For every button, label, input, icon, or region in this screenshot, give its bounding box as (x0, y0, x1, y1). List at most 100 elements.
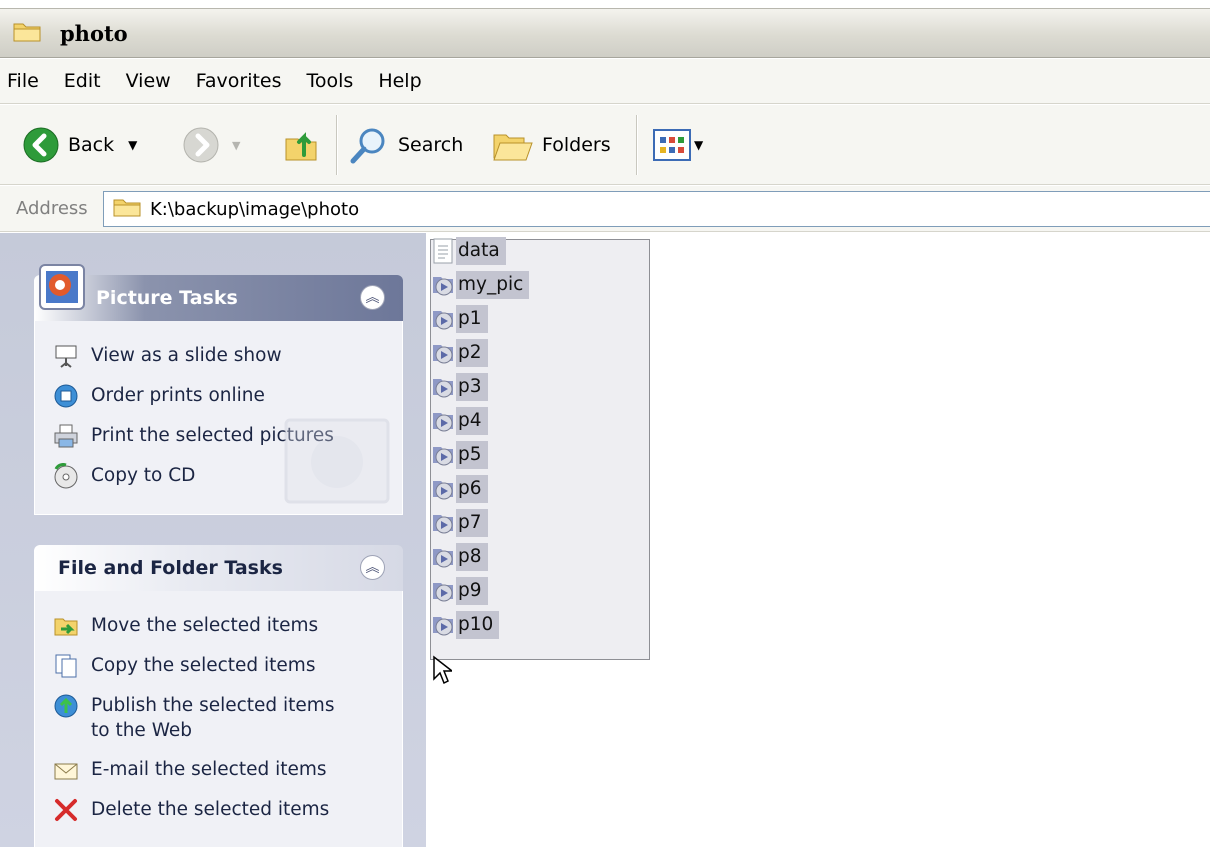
picture-tasks-header[interactable]: Picture Tasks ︽ (34, 275, 403, 321)
task-email-items[interactable]: E-mail the selected items (35, 757, 402, 783)
file-tasks-header[interactable]: File and Folder Tasks ︽ (34, 545, 403, 591)
file-name: my_pic (456, 271, 530, 299)
file-item[interactable]: p2 (430, 338, 488, 368)
picture-tasks-panel: Picture Tasks ︽ View as a slide show Ord… (34, 264, 403, 515)
file-name: p5 (456, 441, 488, 469)
menu-file[interactable]: File (7, 70, 39, 92)
picture-tasks-body: View as a slide show Order prints online… (34, 321, 403, 515)
file-name: p10 (456, 611, 500, 639)
file-name: p4 (456, 407, 488, 435)
folders-label: Folders (542, 134, 611, 156)
collapse-chevron-icon[interactable]: ︽ (360, 285, 385, 310)
image-file-icon (433, 345, 453, 364)
file-item[interactable]: p7 (430, 508, 488, 538)
chevron-down-icon[interactable]: ▼ (128, 138, 137, 152)
image-file-icon (433, 311, 453, 330)
menu-tools[interactable]: Tools (307, 70, 354, 92)
views-button[interactable]: ▼ (652, 115, 703, 175)
file-tasks-panel: File and Folder Tasks ︽ Move the selecte… (34, 545, 403, 847)
cd-icon (54, 463, 78, 489)
image-file-icon (433, 413, 453, 432)
chevron-down-icon[interactable]: ▼ (232, 139, 240, 152)
file-item[interactable]: p10 (430, 610, 500, 640)
task-label-line: to the Web (91, 720, 193, 741)
task-move-items[interactable]: Move the selected items (35, 613, 402, 639)
text-file-icon (433, 238, 453, 264)
task-order-prints[interactable]: Order prints online (35, 383, 402, 409)
globe-icon (54, 384, 78, 408)
folders-button[interactable]: Folders (490, 115, 611, 175)
task-label: Delete the selected items (91, 799, 330, 820)
menu-favorites[interactable]: Favorites (196, 70, 282, 92)
file-name: data (456, 237, 506, 265)
mouse-cursor-icon (433, 655, 452, 685)
file-item[interactable]: my_pic (430, 270, 530, 300)
email-icon (54, 763, 78, 780)
search-button[interactable]: Search (348, 115, 463, 175)
image-file-icon (433, 583, 453, 602)
task-pane: Picture Tasks ︽ View as a slide show Ord… (0, 233, 426, 847)
file-item[interactable]: p3 (430, 372, 488, 402)
task-label: Order prints online (91, 385, 265, 406)
task-slide-show[interactable]: View as a slide show (35, 343, 402, 369)
address-bar: Address K:\backup\image\photo (0, 186, 1210, 232)
file-tasks-body: Move the selected items Copy the selecte… (34, 591, 403, 847)
file-name: p3 (456, 373, 488, 401)
task-label: Copy the selected items (91, 655, 316, 676)
back-label: Back (68, 134, 115, 156)
task-label: Move the selected items (91, 615, 319, 636)
file-name: p6 (456, 475, 488, 503)
views-icon (653, 129, 691, 161)
publish-globe-icon (54, 694, 78, 718)
collapse-chevron-icon[interactable]: ︽ (360, 555, 385, 580)
file-item[interactable]: p6 (430, 474, 488, 504)
menu-help[interactable]: Help (378, 70, 421, 92)
folder-icon (112, 196, 142, 223)
back-button[interactable]: Back ▼ (22, 115, 137, 175)
task-delete-items[interactable]: Delete the selected items (35, 797, 402, 823)
file-name: p1 (456, 305, 488, 333)
image-file-icon (433, 481, 453, 500)
file-item[interactable]: p1 (430, 304, 488, 334)
task-label: Copy to CD (91, 465, 196, 486)
move-icon (54, 618, 78, 636)
menu-edit[interactable]: Edit (64, 70, 101, 92)
folders-icon (493, 134, 533, 161)
task-label: Publish the selected items to the Web (91, 693, 334, 743)
panel-title: File and Folder Tasks (58, 557, 283, 579)
file-list-area[interactable]: data my_pic p1 p2 p3 p4 p5 p6 p7 p8 p9 p10 (426, 233, 1210, 847)
chevron-down-icon[interactable]: ▼ (694, 138, 703, 152)
address-label: Address (16, 198, 88, 219)
picture-tasks-icon (39, 264, 85, 310)
delete-icon (55, 799, 77, 821)
panel-title: Picture Tasks (96, 287, 238, 309)
window-title: photo (60, 20, 128, 46)
copy-icon (55, 654, 77, 678)
task-publish-items[interactable]: Publish the selected items to the Web (35, 693, 402, 743)
forward-arrow-icon (183, 127, 219, 163)
task-label: E-mail the selected items (91, 759, 327, 780)
file-item[interactable]: data (430, 236, 506, 266)
folder-icon (12, 19, 42, 48)
address-field[interactable]: K:\backup\image\photo (103, 191, 1210, 227)
menu-view[interactable]: View (126, 70, 171, 92)
image-file-icon (433, 515, 453, 534)
file-item[interactable]: p5 (430, 440, 488, 470)
task-label-line: Publish the selected items (91, 695, 335, 716)
file-item[interactable]: p4 (430, 406, 488, 436)
task-label: View as a slide show (91, 345, 282, 366)
image-file-icon (433, 617, 453, 636)
forward-button[interactable]: ▼ (182, 115, 240, 175)
up-folder-icon (285, 132, 317, 161)
printer-icon (54, 424, 78, 448)
toolbar-separator (636, 115, 638, 175)
task-copy-items[interactable]: Copy the selected items (35, 653, 402, 679)
search-label: Search (398, 134, 464, 156)
title-bar[interactable]: photo (0, 8, 1210, 58)
file-item[interactable]: p8 (430, 542, 488, 572)
back-arrow-icon (23, 127, 59, 163)
file-name: p7 (456, 509, 488, 537)
file-item[interactable]: p9 (430, 576, 488, 606)
search-icon (350, 128, 385, 164)
up-folder-button[interactable] (282, 115, 322, 175)
